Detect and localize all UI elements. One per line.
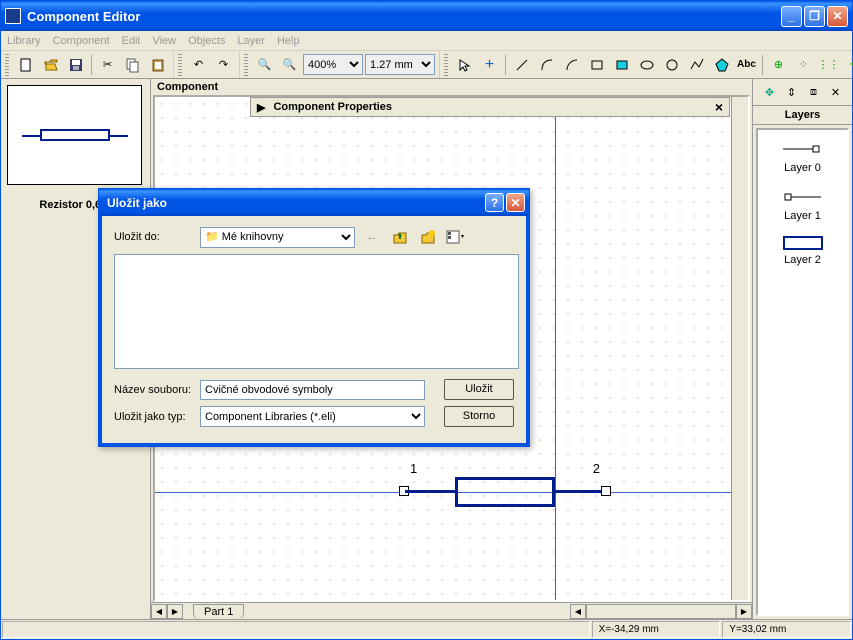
pin-icon[interactable]: ⊕ bbox=[767, 53, 790, 76]
redo-icon[interactable]: ↷ bbox=[212, 53, 235, 76]
menu-component[interactable]: Component bbox=[53, 35, 110, 47]
layers-title: Layers bbox=[753, 106, 852, 125]
menu-objects[interactable]: Objects bbox=[188, 35, 225, 47]
maximize-button[interactable]: ❐ bbox=[804, 6, 825, 27]
menu-library[interactable]: Library bbox=[7, 35, 41, 47]
gear-icon[interactable]: ✦ bbox=[842, 53, 853, 76]
arc-icon[interactable] bbox=[560, 53, 583, 76]
tab-prev-icon[interactable]: ◀ bbox=[151, 604, 167, 619]
grid-icon[interactable]: ⋮⋮ bbox=[817, 53, 840, 76]
resistor-symbol[interactable]: 1 2 bbox=[455, 477, 555, 507]
paste-icon[interactable] bbox=[146, 53, 169, 76]
view-menu-icon[interactable] bbox=[445, 226, 467, 248]
zoom-in-icon[interactable]: 🔍 bbox=[278, 53, 301, 76]
scroll-right-icon[interactable]: ▶ bbox=[736, 604, 752, 619]
rect-icon[interactable] bbox=[585, 53, 608, 76]
layer-2[interactable]: Layer 2 bbox=[763, 232, 843, 270]
new-icon[interactable] bbox=[14, 53, 37, 76]
vertical-scrollbar[interactable] bbox=[731, 97, 748, 600]
dialog-title: Uložit jako bbox=[103, 196, 483, 210]
layer-1[interactable]: Layer 1 bbox=[763, 184, 843, 226]
pin-label-2: 2 bbox=[593, 461, 600, 476]
titlebar: Component Editor _ ❐ ✕ bbox=[1, 1, 852, 31]
pin-2[interactable] bbox=[601, 486, 611, 496]
save-icon[interactable] bbox=[64, 53, 87, 76]
save-as-dialog: Uložit jako ? ✕ Uložit do: 📁 Mé knihovny… bbox=[98, 188, 530, 447]
dialog-close-button[interactable]: ✕ bbox=[506, 193, 525, 212]
crosshair-icon[interactable]: + bbox=[478, 53, 501, 76]
cancel-button[interactable]: Storno bbox=[444, 406, 514, 427]
rect-fill-icon[interactable] bbox=[610, 53, 633, 76]
new-folder-icon[interactable] bbox=[417, 226, 439, 248]
layer-2-label: Layer 2 bbox=[763, 254, 843, 266]
vflip-icon[interactable]: ⇕ bbox=[782, 82, 802, 102]
pin-label-1: 1 bbox=[410, 461, 417, 476]
move-icon[interactable]: ✥ bbox=[760, 82, 780, 102]
pointer-icon[interactable] bbox=[453, 53, 476, 76]
undo-icon[interactable]: ↶ bbox=[187, 53, 210, 76]
close-button[interactable]: ✕ bbox=[827, 6, 848, 27]
ellipse-icon[interactable] bbox=[635, 53, 658, 76]
zoom-select[interactable]: 400% bbox=[303, 54, 363, 75]
help-button[interactable]: ? bbox=[485, 193, 504, 212]
save-in-label: Uložit do: bbox=[114, 231, 194, 243]
filetype-select[interactable]: Component Libraries (*.eli) bbox=[200, 406, 425, 427]
back-icon[interactable]: ← bbox=[361, 226, 383, 248]
cut-icon[interactable]: ✂ bbox=[96, 53, 119, 76]
layer-0[interactable]: Layer 0 bbox=[763, 136, 843, 178]
polyline-icon[interactable] bbox=[685, 53, 708, 76]
status-y: Y=33,02 mm bbox=[722, 621, 851, 638]
text-icon[interactable]: Abc bbox=[735, 53, 758, 76]
polygon-icon[interactable] bbox=[710, 53, 733, 76]
menu-help[interactable]: Help bbox=[277, 35, 300, 47]
window-title: Component Editor bbox=[27, 9, 779, 24]
properties-title: Component Properties bbox=[273, 101, 392, 113]
expand-icon[interactable]: ▶ bbox=[257, 101, 265, 114]
properties-panel[interactable]: ▶ Component Properties × bbox=[250, 97, 730, 117]
filetype-label: Uložit jako typ: bbox=[114, 411, 194, 423]
filename-input[interactable] bbox=[200, 380, 425, 400]
curve-icon[interactable] bbox=[535, 53, 558, 76]
statusbar: X=-34,29 mm Y=33,02 mm bbox=[1, 619, 852, 639]
layers-list: Layer 0 Layer 1 Layer 2 bbox=[756, 128, 849, 616]
layer-0-label: Layer 0 bbox=[763, 162, 843, 174]
save-button[interactable]: Uložit bbox=[444, 379, 514, 400]
close-panel-icon[interactable]: × bbox=[715, 99, 723, 115]
app-icon bbox=[5, 8, 21, 24]
grid-select[interactable]: 1.27 mm bbox=[365, 54, 435, 75]
file-list[interactable] bbox=[114, 254, 519, 369]
group-icon[interactable]: ⧈ bbox=[804, 82, 824, 102]
scroll-left-icon[interactable]: ◀ bbox=[570, 604, 586, 619]
pins-icon[interactable]: ⁘ bbox=[792, 53, 815, 76]
component-thumbnail[interactable] bbox=[7, 85, 142, 185]
tab-next-icon[interactable]: ▶ bbox=[167, 604, 183, 619]
canvas-title: Component bbox=[151, 79, 752, 95]
zoom-out-icon[interactable]: 🔍 bbox=[253, 53, 276, 76]
minimize-button[interactable]: _ bbox=[781, 6, 802, 27]
menu-view[interactable]: View bbox=[152, 35, 176, 47]
menubar: Library Component Edit View Objects Laye… bbox=[1, 31, 852, 51]
delete-icon[interactable]: ✕ bbox=[826, 82, 846, 102]
filename-label: Název souboru: bbox=[114, 384, 194, 396]
layer-1-label: Layer 1 bbox=[763, 210, 843, 222]
menu-edit[interactable]: Edit bbox=[122, 35, 141, 47]
open-icon[interactable] bbox=[39, 53, 62, 76]
menu-layer[interactable]: Layer bbox=[237, 35, 265, 47]
copy-icon[interactable] bbox=[121, 53, 144, 76]
status-x: X=-34,29 mm bbox=[592, 621, 721, 638]
line-icon[interactable] bbox=[510, 53, 533, 76]
tab-part1[interactable]: Part 1 bbox=[193, 604, 244, 619]
up-folder-icon[interactable] bbox=[389, 226, 411, 248]
circle-icon[interactable] bbox=[660, 53, 683, 76]
save-in-select[interactable]: 📁 Mé knihovny bbox=[200, 227, 355, 248]
